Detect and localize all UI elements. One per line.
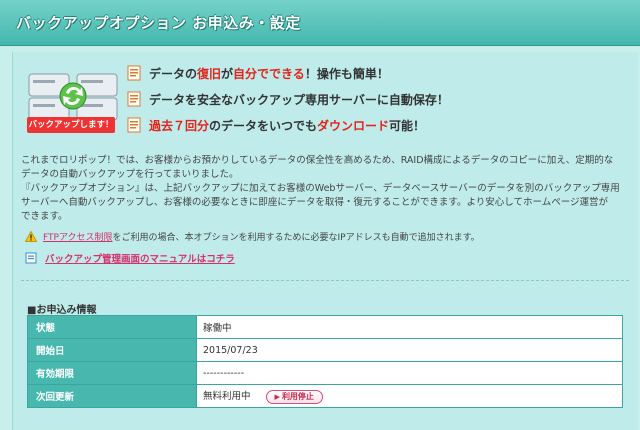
row-label: 次回更新 bbox=[27, 384, 197, 408]
row-value: ------------ bbox=[196, 361, 623, 385]
description-line: これまでロリポップ！では、お客様からお預かりしているデータの保全性を高めるため、… bbox=[21, 155, 614, 166]
manual-icon bbox=[25, 252, 37, 264]
feature-text: のデータをいつでも bbox=[209, 118, 318, 133]
backup-caption: バックアップします！ bbox=[27, 117, 115, 133]
row-value: 稼働中 bbox=[196, 315, 623, 339]
feature-auto-save: データを安全なバックアップ専用サーバーに自動保存！ bbox=[127, 88, 449, 110]
description-line: サーバーへ自動バックアップし、お客様の必要なときに即座にデータを取得・復元するこ… bbox=[21, 197, 609, 208]
manual-link[interactable]: バックアップ管理画面のマニュアルはコチラ bbox=[45, 251, 235, 265]
warning-icon bbox=[25, 231, 37, 242]
page-header: バックアップオプション お申込み・設定 bbox=[0, 0, 640, 46]
row-label: 開始日 bbox=[27, 338, 197, 362]
feature-highlight: ダウンロード bbox=[317, 118, 390, 133]
section-title: ■お申込み情報 bbox=[27, 305, 97, 316]
manual-row: バックアップ管理画面のマニュアルはコチラ bbox=[25, 251, 235, 265]
application-info-table: 状態 稼働中 開始日 2015/07/23 有効期限 ------------ … bbox=[27, 315, 623, 408]
description-line: データの自動バックアップを行ってまいりました。 bbox=[21, 169, 239, 180]
document-icon bbox=[127, 117, 141, 133]
content-panel: バックアップします！ データの 復旧 が 自分でできる ！操作も簡単！ データを… bbox=[12, 52, 638, 430]
stop-service-button[interactable]: ▶ 利用停止 bbox=[265, 389, 323, 404]
row-label: 状態 bbox=[27, 315, 197, 339]
table-row: 開始日 2015/07/23 bbox=[27, 338, 623, 362]
feature-highlight: 過去７回分 bbox=[149, 118, 210, 133]
feature-highlight: 復旧 bbox=[197, 66, 222, 81]
page-title: バックアップオプション お申込み・設定 bbox=[16, 14, 301, 32]
row-value: 2015/07/23 bbox=[196, 338, 623, 362]
row-value: 無料利用中 bbox=[203, 391, 251, 403]
feature-text: データを安全なバックアップ専用サーバーに自動保存！ bbox=[149, 92, 449, 107]
table-row: 有効期限 ------------ bbox=[27, 361, 623, 385]
table-row: 次回更新 無料利用中 ▶ 利用停止 bbox=[27, 384, 623, 408]
feature-text: データの bbox=[149, 66, 198, 81]
feature-restore: データの 復旧 が 自分でできる ！操作も簡単！ bbox=[127, 62, 389, 84]
description-line: 『バックアップオプション』は、上記バックアップに加えてお客様のWebサーバー、デ… bbox=[21, 183, 620, 194]
feature-highlight: 自分でできる bbox=[233, 66, 305, 81]
feature-text: 可能！ bbox=[389, 118, 426, 133]
description: これまでロリポップ！では、お客様からお預かりしているデータの保全性を高めるため、… bbox=[21, 154, 627, 224]
ftp-note: FTPアクセス制限 をご利用の場合、本オプションを利用するために必要なIPアドレ… bbox=[25, 230, 480, 243]
divider bbox=[21, 280, 629, 281]
row-label: 有効期限 bbox=[27, 361, 197, 385]
row-value-cell: 無料利用中 ▶ 利用停止 bbox=[196, 384, 623, 408]
feature-text: が bbox=[221, 66, 234, 81]
feature-download: 過去７回分 のデータをいつでも ダウンロード 可能！ bbox=[127, 114, 425, 136]
feature-text: ！操作も簡単！ bbox=[304, 66, 389, 81]
table-row: 状態 稼働中 bbox=[27, 315, 623, 339]
stop-service-label: 利用停止 bbox=[281, 392, 314, 402]
ftp-note-text: をご利用の場合、本オプションを利用するために必要なIPアドレスも自動で追加されま… bbox=[112, 233, 480, 243]
document-icon bbox=[127, 91, 141, 107]
play-icon: ▶ bbox=[274, 392, 280, 401]
description-line: できます。 bbox=[21, 211, 68, 222]
ftp-access-link[interactable]: FTPアクセス制限 bbox=[43, 230, 113, 243]
document-icon bbox=[127, 65, 141, 81]
